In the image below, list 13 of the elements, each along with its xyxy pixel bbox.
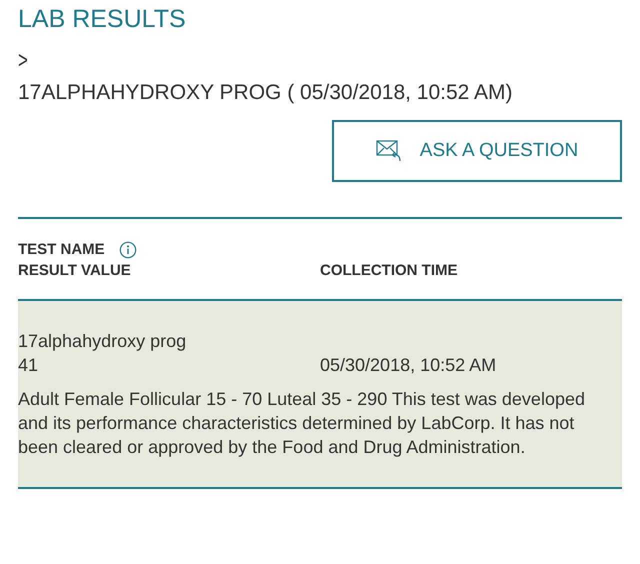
column-header: COLLECTION TIME [320,261,458,281]
envelope-icon [376,140,402,162]
info-icon[interactable] [118,240,137,258]
breadcrumb-separator: > [18,46,28,76]
column-header: RESULT VALUE [18,261,132,281]
page-title: LAB RESULTS [18,4,187,34]
ask-question-button[interactable]: ASK A QUESTION [332,120,622,182]
table-cell-text: 05/30/2018, 10:52 AM [320,354,496,377]
table-cell-text: 41 [18,354,40,377]
column-header: TEST NAME [18,240,105,260]
result-note: Adult Female Follicular 15 - 70 Luteal 35 - 290 This test was developed and its performance characteristics determined by LabCorp. It has not been cleared or approved by the Food and Drug Administration. [18,388,586,459]
result-heading: 17ALPHAHYDROXY PROG ( 05/30/2018, 10:52 AM) [18,80,514,106]
table-cell-text: 17alphahydroxy prog [18,330,188,353]
